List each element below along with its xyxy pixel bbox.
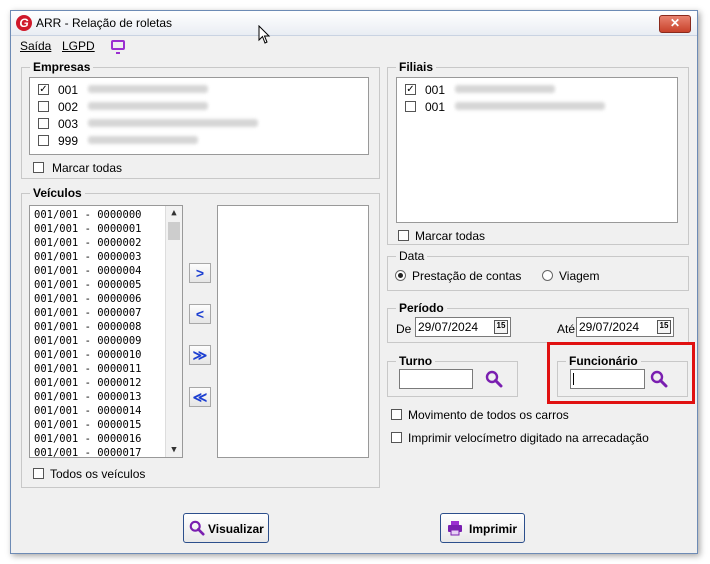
ate-label: Até: [557, 322, 576, 336]
visualizar-button[interactable]: Visualizar: [183, 513, 269, 543]
viagem-radio[interactable]: [542, 270, 553, 281]
empresa-checkbox[interactable]: [38, 101, 49, 112]
filial-checkbox[interactable]: ✓: [405, 84, 416, 95]
velocimetro-checkbox[interactable]: [391, 432, 402, 443]
data-label: Data: [396, 249, 428, 263]
filiais-list[interactable]: ✓ 001 001: [396, 77, 678, 223]
veiculo-list-item[interactable]: 001/001 - 0000014: [34, 405, 141, 417]
move-right-button[interactable]: >: [189, 263, 211, 283]
viagem-label: Viagem: [559, 269, 600, 283]
scroll-thumb[interactable]: [168, 222, 180, 240]
veiculo-list-item[interactable]: 001/001 - 0000011: [34, 363, 141, 375]
filiais-label: Filiais: [396, 60, 437, 74]
empresas-mark-all-checkbox[interactable]: [33, 162, 44, 173]
empresa-checkbox[interactable]: [38, 118, 49, 129]
veiculo-list-item[interactable]: 001/001 - 0000010: [34, 349, 141, 361]
de-label: De: [396, 322, 412, 336]
empresas-list[interactable]: ✓ 001 002 003 999: [29, 77, 369, 155]
veiculos-label: Veículos: [30, 186, 85, 200]
veiculo-list-item[interactable]: 001/001 - 0000017: [34, 447, 141, 457]
menu-saida[interactable]: Saída: [20, 39, 51, 53]
filial-code: 001: [425, 83, 446, 97]
velocimetro-label: Imprimir velocímetro digitado na arrecad…: [408, 431, 649, 445]
veiculos-available-list[interactable]: 001/001 - 0000000 001/001 - 0000001 001/00…: [29, 205, 183, 458]
title-bar[interactable]: G ARR - Relação de roletas ✕: [11, 11, 697, 36]
menu-lgpd[interactable]: LGPD: [62, 39, 95, 53]
empresa-code: 001: [58, 83, 79, 97]
periodo-label: Período: [396, 301, 447, 315]
printer-icon: [448, 521, 462, 536]
empresa-code: 003: [58, 117, 79, 131]
de-date-input[interactable]: 29/07/2024 15: [415, 317, 511, 337]
todos-veiculos-checkbox[interactable]: [33, 468, 44, 479]
veiculo-list-item[interactable]: 001/001 - 0000002: [34, 237, 141, 249]
veiculo-list-item[interactable]: 001/001 - 0000013: [34, 391, 141, 403]
veiculo-list-item[interactable]: 001/001 - 0000000: [34, 209, 141, 221]
veiculo-list-item[interactable]: 001/001 - 0000005: [34, 279, 141, 291]
filiais-mark-all-checkbox[interactable]: [398, 230, 409, 241]
turno-input[interactable]: [399, 369, 473, 389]
todos-veiculos-label: Todos os veículos: [50, 467, 146, 481]
move-all-left-button[interactable]: ≪: [189, 387, 211, 407]
empresa-checkbox[interactable]: [38, 135, 49, 146]
move-left-button[interactable]: <: [189, 304, 211, 324]
de-date-value: 29/07/2024: [418, 320, 479, 334]
imprimir-label: Imprimir: [469, 522, 518, 536]
turno-label: Turno: [396, 354, 436, 368]
prestacao-radio[interactable]: [395, 270, 406, 281]
veiculos-selected-list[interactable]: [217, 205, 369, 458]
veiculo-list-item[interactable]: 001/001 - 0000006: [34, 293, 141, 305]
move-all-right-button[interactable]: ≫: [189, 345, 211, 365]
veiculo-list-item[interactable]: 001/001 - 0000009: [34, 335, 141, 347]
empresas-mark-all-label: Marcar todas: [52, 161, 123, 175]
imprimir-button[interactable]: Imprimir: [440, 513, 525, 543]
visualizar-label: Visualizar: [208, 522, 264, 536]
mouse-cursor-icon: [258, 25, 271, 44]
empresa-checkbox[interactable]: ✓: [38, 84, 49, 95]
veiculo-list-item[interactable]: 001/001 - 0000003: [34, 251, 141, 263]
search-icon: [189, 520, 205, 536]
app-logo-icon: G: [16, 15, 32, 31]
scroll-up-icon[interactable]: ▲: [166, 208, 182, 218]
window-title: ARR - Relação de roletas: [36, 16, 173, 30]
empresa-code: 002: [58, 100, 79, 114]
empresa-code: 999: [58, 134, 79, 148]
veiculo-list-item[interactable]: 001/001 - 0000012: [34, 377, 141, 389]
close-button[interactable]: ✕: [659, 15, 691, 33]
ate-date-value: 29/07/2024: [579, 320, 640, 334]
empresas-label: Empresas: [30, 60, 94, 74]
prestacao-label: Prestação de contas: [412, 269, 522, 283]
veiculo-list-item[interactable]: 001/001 - 0000007: [34, 307, 141, 319]
calendar-icon[interactable]: 15: [657, 320, 671, 334]
veiculo-list-item[interactable]: 001/001 - 0000004: [34, 265, 141, 277]
ate-date-input[interactable]: 29/07/2024 15: [576, 317, 674, 337]
calendar-icon[interactable]: 15: [494, 320, 508, 334]
veiculo-list-item[interactable]: 001/001 - 0000016: [34, 433, 141, 445]
scroll-down-icon[interactable]: ▼: [166, 445, 182, 455]
veiculos-scrollbar[interactable]: ▲ ▼: [165, 206, 182, 457]
veiculo-list-item[interactable]: 001/001 - 0000015: [34, 419, 141, 431]
filial-code: 001: [425, 100, 446, 114]
movimento-label: Movimento de todos os carros: [408, 408, 569, 422]
monitor-icon[interactable]: [111, 40, 125, 54]
movimento-checkbox[interactable]: [391, 409, 402, 420]
filial-checkbox[interactable]: [405, 101, 416, 112]
funcionario-highlight: [547, 342, 695, 404]
veiculo-list-item[interactable]: 001/001 - 0000008: [34, 321, 141, 333]
turno-search-icon[interactable]: [485, 370, 503, 388]
filiais-mark-all-label: Marcar todas: [415, 229, 486, 243]
veiculo-list-item[interactable]: 001/001 - 0000001: [34, 223, 141, 235]
